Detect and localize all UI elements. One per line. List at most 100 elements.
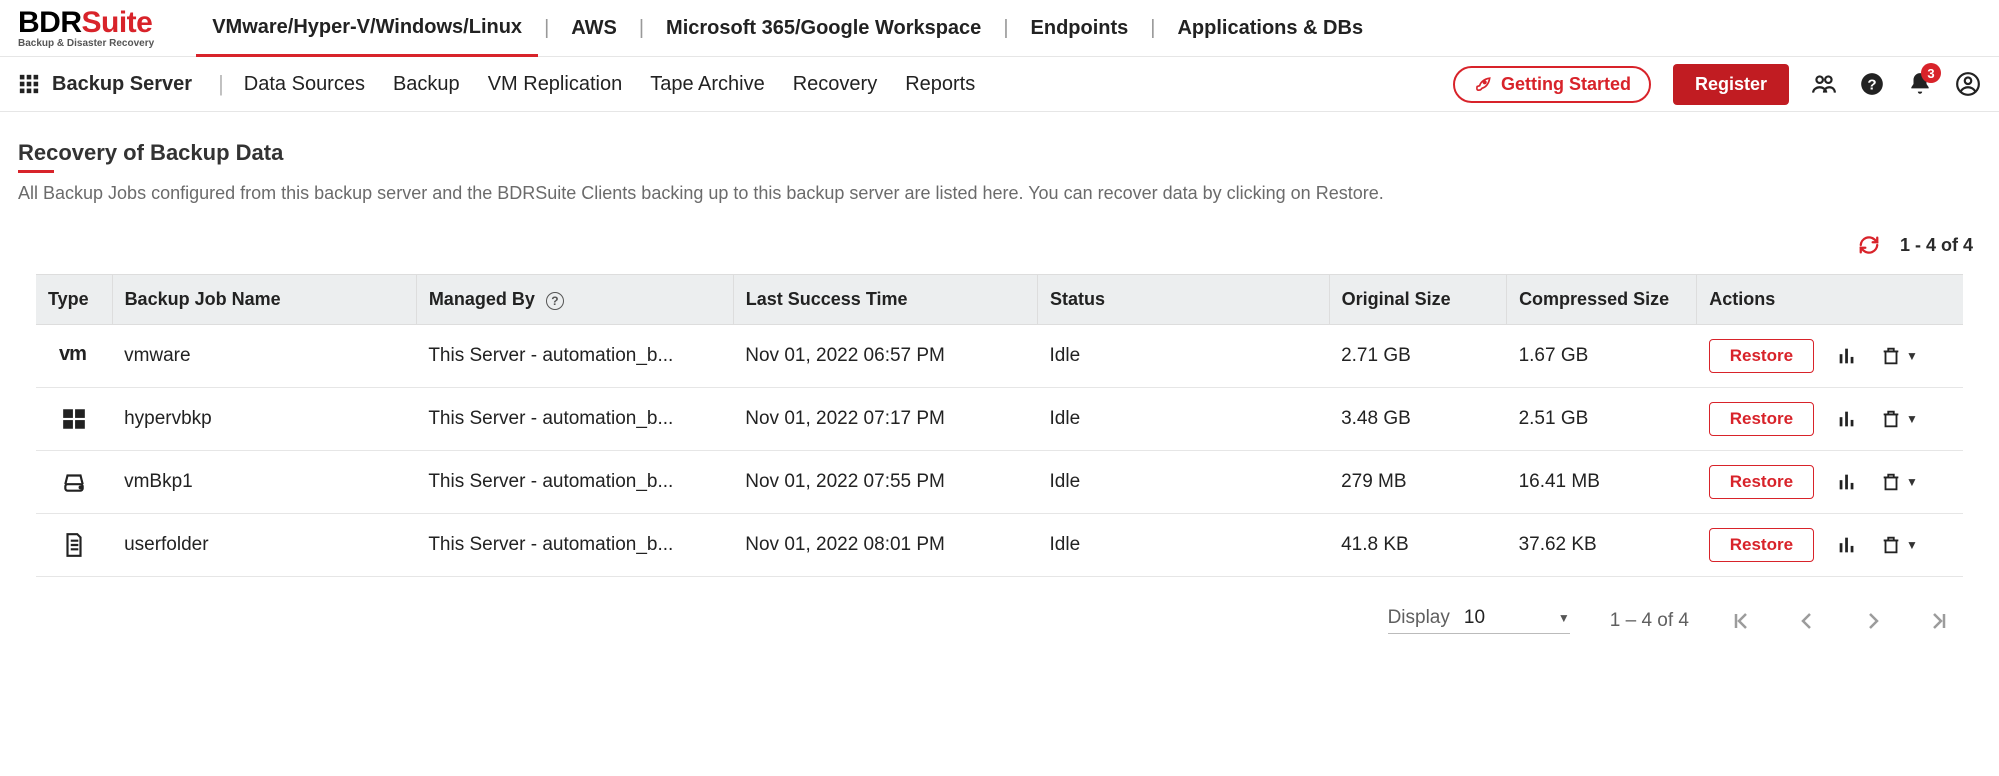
last-page-button[interactable] [1927,609,1951,633]
brand-bar: BDRSuite Backup & Disaster Recovery VMwa… [0,0,1999,57]
restore-button[interactable]: Restore [1709,465,1814,499]
page-title: Recovery of Backup Data [18,140,1981,166]
col-orig[interactable]: Original Size [1329,275,1506,325]
nav-link[interactable]: Tape Archive [650,73,765,95]
cell-status: Idle [1038,325,1330,388]
windows-icon [48,406,100,432]
col-name[interactable]: Backup Job Name [112,275,416,325]
register-button[interactable]: Register [1673,64,1789,105]
page-content: Recovery of Backup Data All Backup Jobs … [0,112,1999,664]
brand-tagline: Backup & Disaster Recovery [18,39,154,49]
cell-last: Nov 01, 2022 06:57 PM [733,325,1037,388]
col-last[interactable]: Last Success Time [733,275,1037,325]
trash-icon [1880,408,1902,430]
cell-managed: This Server - automation_b... [416,388,733,451]
col-actions: Actions [1697,275,1963,325]
delete-menu[interactable]: ▼ [1880,471,1918,493]
cell-orig: 41.8 KB [1329,514,1506,577]
delete-menu[interactable]: ▼ [1880,345,1918,367]
nav-link[interactable]: Backup [393,73,460,95]
users-icon[interactable] [1811,71,1837,97]
stats-icon[interactable] [1836,534,1858,556]
col-status[interactable]: Status [1038,275,1330,325]
cell-comp: 2.51 GB [1507,388,1697,451]
tab-separator: | [633,0,650,56]
page-size-select[interactable]: Display 10 ▼ [1388,607,1570,634]
chevron-down-icon: ▼ [1906,538,1918,552]
col-type[interactable]: Type [36,275,112,325]
first-page-button[interactable] [1729,609,1753,633]
cell-status: Idle [1038,388,1330,451]
product-tabs: VMware/Hyper-V/Windows/Linux|AWS|Microso… [196,0,1379,56]
chevron-down-icon: ▼ [1906,412,1918,426]
rocket-icon [1473,74,1493,94]
cell-status: Idle [1038,514,1330,577]
result-range: 1 - 4 of 4 [1900,235,1973,256]
product-tab[interactable]: Applications & DBs [1161,0,1379,56]
cell-last: Nov 01, 2022 08:01 PM [733,514,1037,577]
cell-managed: This Server - automation_b... [416,325,733,388]
stats-icon[interactable] [1836,345,1858,367]
restore-button[interactable]: Restore [1709,339,1814,373]
account-icon[interactable] [1955,71,1981,97]
delete-menu[interactable]: ▼ [1880,534,1918,556]
cell-comp: 16.41 MB [1507,451,1697,514]
next-page-button[interactable] [1861,609,1885,633]
help-icon[interactable]: ? [1859,71,1885,97]
col-managed[interactable]: Managed By ? [416,275,733,325]
paginator-range: 1 – 4 of 4 [1610,610,1689,632]
cell-orig: 3.48 GB [1329,388,1506,451]
list-toolbar: 1 - 4 of 4 [18,234,1981,256]
cell-last: Nov 01, 2022 07:17 PM [733,388,1037,451]
brand-name-a: BDR [18,6,82,39]
apps-grid-icon[interactable] [18,73,40,95]
dropdown-caret-icon: ▼ [1558,611,1570,625]
nav-separator: | [218,71,224,97]
stats-icon[interactable] [1836,471,1858,493]
product-tab[interactable]: Microsoft 365/Google Workspace [650,0,997,56]
display-value: 10 [1464,607,1500,629]
chevron-down-icon: ▼ [1906,475,1918,489]
backup-jobs-table: Type Backup Job Name Managed By ? Last S… [36,274,1963,577]
cell-name: hypervbkp [112,388,416,451]
nav-link[interactable]: VM Replication [488,73,623,95]
delete-menu[interactable]: ▼ [1880,408,1918,430]
col-comp[interactable]: Compressed Size [1507,275,1697,325]
svg-text:?: ? [1867,76,1876,93]
table-row: userfolderThis Server - automation_b...N… [36,514,1963,577]
table-row: vmvmwareThis Server - automation_b...Nov… [36,325,1963,388]
cell-comp: 37.62 KB [1507,514,1697,577]
table-row: hypervbkpThis Server - automation_b...No… [36,388,1963,451]
managed-help-icon[interactable]: ? [546,292,564,310]
nav-link[interactable]: Reports [905,73,975,95]
product-tab[interactable]: VMware/Hyper-V/Windows/Linux [196,0,538,57]
file-icon [48,532,100,558]
product-tab[interactable]: Endpoints [1015,0,1145,56]
product-tab[interactable]: AWS [555,0,633,56]
vmware-icon: vm [48,343,100,369]
prev-page-button[interactable] [1795,609,1819,633]
paginator: Display 10 ▼ 1 – 4 of 4 [18,577,1981,664]
nav-link[interactable]: Recovery [793,73,877,95]
getting-started-label: Getting Started [1501,74,1631,95]
notifications-button[interactable]: 3 [1907,71,1933,97]
chevron-down-icon: ▼ [1906,349,1918,363]
brand-name-b: Suite [82,6,153,39]
table-row: vmBkp1This Server - automation_b...Nov 0… [36,451,1963,514]
refresh-icon[interactable] [1858,234,1880,256]
nav-link[interactable]: Data Sources [244,73,365,95]
stats-icon[interactable] [1836,408,1858,430]
cell-orig: 279 MB [1329,451,1506,514]
getting-started-button[interactable]: Getting Started [1453,66,1651,103]
nav-context-title: Backup Server [52,73,192,96]
restore-button[interactable]: Restore [1709,528,1814,562]
restore-button[interactable]: Restore [1709,402,1814,436]
cell-name: vmBkp1 [112,451,416,514]
cell-status: Idle [1038,451,1330,514]
tab-separator: | [1144,0,1161,56]
col-managed-label: Managed By [429,289,535,309]
tab-separator: | [997,0,1014,56]
cell-last: Nov 01, 2022 07:55 PM [733,451,1037,514]
trash-icon [1880,471,1902,493]
main-nav: Backup Server | Data Sources Backup VM Rep… [0,57,1999,112]
